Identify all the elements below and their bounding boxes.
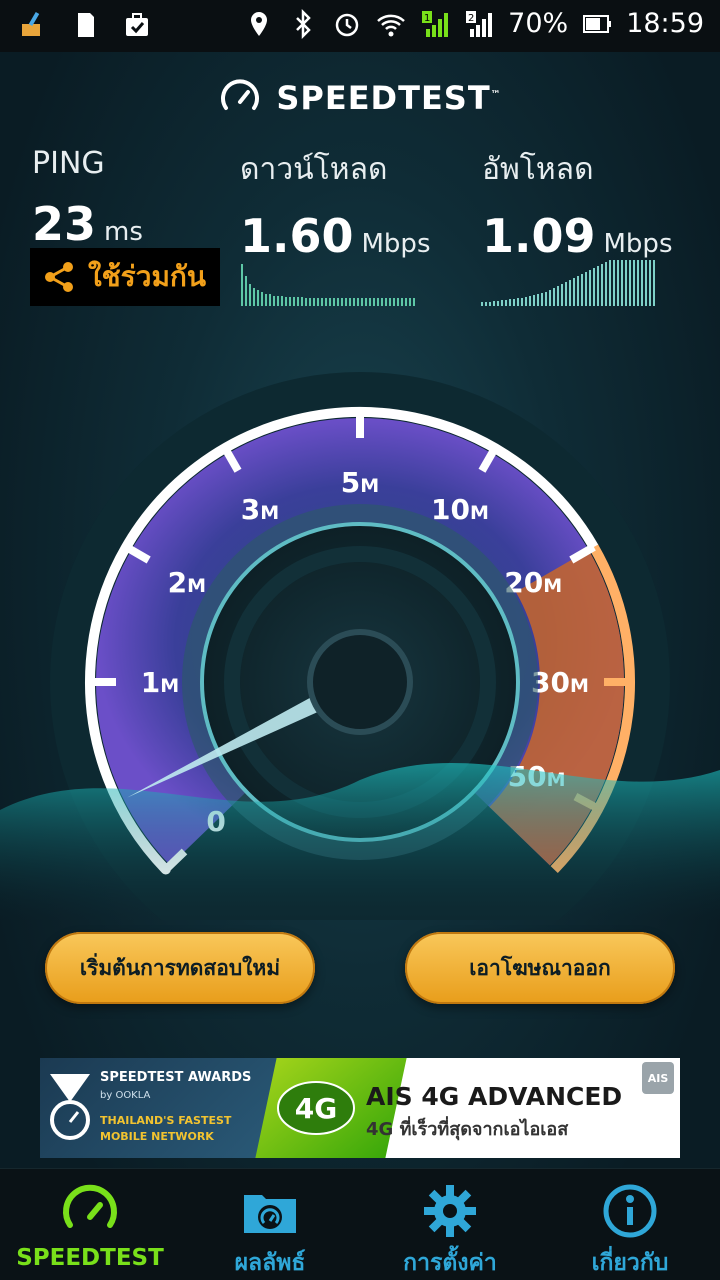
share-button[interactable]: ใช้ร่วมกัน [30,248,220,306]
upload-sparkline [481,260,655,306]
nav-item-results[interactable]: ผลลัพธ์ [180,1169,360,1280]
ping-value-row: 23 ms [32,197,143,251]
sim2-signal-icon: 2 [466,10,493,37]
award-badge-icon [50,1074,90,1140]
alarm-clock-icon [335,13,359,36]
ad-award-subtitle-2: MOBILE NETWORK [100,1130,214,1143]
svg-text:2: 2 [468,13,474,24]
wifi-icon [377,14,406,36]
location-pin-icon [251,11,268,36]
ad-subline: 4G ที่เร็วที่สุดจากเอไอเอส [366,1119,569,1140]
ad-award-by: by OOKLA [100,1090,151,1101]
remove-ads-button[interactable]: เอาโฆษณาออก [405,932,675,1004]
nav-label-speedtest: SPEEDTEST [16,1245,164,1271]
gear-icon [424,1185,476,1237]
sim1-signal-icon: 1 [422,10,449,37]
nav-item-speedtest[interactable]: SPEEDTEST [0,1169,180,1280]
results-folder-icon [244,1195,296,1233]
upload-value-row: 1.09 Mbps [482,209,673,263]
upload-metric: อัพโหลด 1.09 Mbps [482,146,673,263]
battery-percent: 70% [508,8,569,39]
download-unit: Mbps [361,229,431,259]
upload-unit: Mbps [603,229,673,259]
ping-value: 23 [32,197,97,251]
briefcase-check-icon [126,13,148,36]
ad-banner[interactable]: SPEEDTEST AWARDS by OOKLA THAILAND'S FAS… [40,1058,680,1158]
speedometer-icon [63,1184,117,1228]
gauge-hub [307,629,413,735]
download-value-row: 1.60 Mbps [240,209,431,263]
upload-label: อัพโหลด [482,152,594,187]
ping-unit: ms [104,217,143,247]
ping-label: PING [32,146,105,181]
speedtest-logo-icon [221,79,260,110]
nav-label-about: เกี่ยวกับ [591,1250,669,1276]
info-icon [603,1184,657,1238]
nav-label-results: ผลลัพธ์ [234,1250,306,1276]
app-title: SPEEDTEST™ [276,79,502,117]
app-header: SPEEDTEST™ [0,76,720,120]
nav-item-about[interactable]: เกี่ยวกับ [540,1169,720,1280]
nav-item-settings[interactable]: การตั้งค่า [360,1169,540,1280]
upload-value: 1.09 [482,209,596,263]
clock-time: 18:59 [626,8,704,39]
svg-text:1: 1 [424,13,430,24]
speed-gauge: 01M2M3M5M10M20M30M50M [0,372,720,920]
bluetooth-icon [296,8,311,39]
ping-metric: PING 23 ms [32,146,143,251]
download-value: 1.60 [240,209,354,263]
ad-award-subtitle-1: THAILAND'S FASTEST [100,1114,232,1127]
ad-award-panel: SPEEDTEST AWARDS by OOKLA THAILAND'S FAS… [40,1058,280,1158]
share-label: ใช้ร่วมกัน [88,260,206,293]
download-label: ดาวน์โหลด [240,152,388,187]
status-bar: 1 2 70% 18:59 [0,0,720,52]
cleaner-broom-icon [22,11,40,36]
restart-test-button[interactable]: เริ่มต้นการทดสอบใหม่ [45,932,315,1004]
ad-award-title: SPEEDTEST AWARDS [100,1070,252,1085]
battery-icon [583,14,612,33]
sd-card-icon [78,13,94,37]
ad-4g-badge: 4G [277,1081,355,1135]
ad-ais-logo: AIS [642,1062,674,1094]
ad-headline: AIS 4G ADVANCED [366,1082,623,1111]
speedtest-screen: 1 2 70% 18:59 SPEEDTEST™ PING 23 ms ดาวน์… [0,0,720,1280]
share-icon [45,262,73,292]
bottom-nav: SPEEDTEST ผลลัพธ์ การตั้งค่า เกี่ยวกับ [0,1168,720,1280]
svg-text:4G: 4G [295,1092,337,1125]
download-metric: ดาวน์โหลด 1.60 Mbps [240,146,431,263]
download-sparkline [241,264,415,306]
nav-label-settings: การตั้งค่า [403,1250,497,1276]
